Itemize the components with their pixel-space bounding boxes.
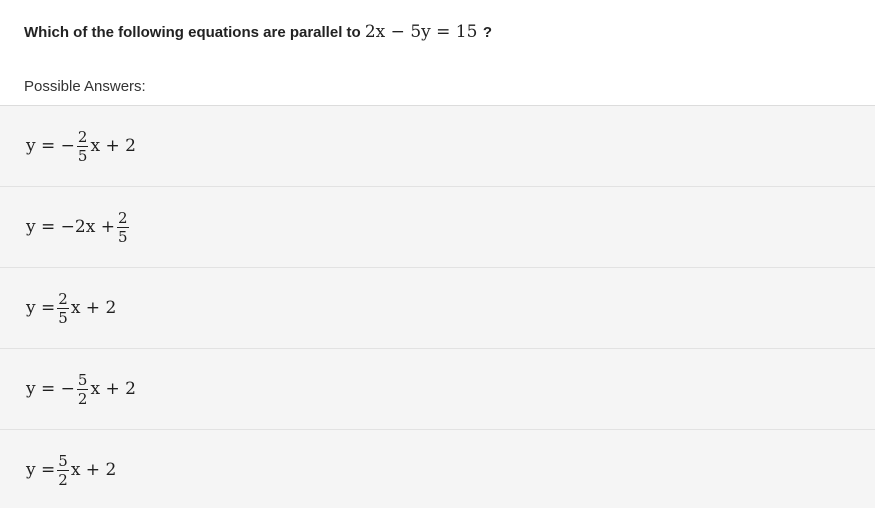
- fraction-denominator: 2: [77, 389, 88, 408]
- fraction-denominator: 2: [58, 470, 68, 489]
- fraction-numerator: 5: [58, 451, 68, 470]
- equation-prefix: y =: [26, 460, 56, 480]
- answer-option-1[interactable]: y = − 2 5 x + 2: [0, 105, 875, 186]
- answer-equation: y = 5 2 x + 2: [26, 430, 116, 508]
- answer-option-5[interactable]: y = 5 2 x + 2: [0, 429, 875, 508]
- question-lead: Which of the following equations are par…: [24, 24, 361, 41]
- question-mark: ?: [482, 24, 492, 41]
- equation-prefix: y = −: [26, 379, 75, 399]
- equation-suffix: x + 2: [70, 460, 117, 480]
- equation-suffix: x + 2: [70, 298, 117, 318]
- fraction: 5 2: [76, 370, 89, 408]
- answer-option-3[interactable]: y = 2 5 x + 2: [0, 267, 875, 348]
- fraction-numerator: 2: [58, 289, 68, 308]
- fraction: 2 5: [116, 208, 129, 246]
- answer-equation: y = − 2 5 x + 2: [26, 106, 136, 186]
- fraction-numerator: 2: [77, 127, 88, 146]
- possible-answers-label: Possible Answers:: [24, 78, 146, 95]
- fraction-denominator: 5: [77, 146, 88, 165]
- fraction: 5 2: [57, 453, 69, 488]
- fraction-denominator: 5: [117, 227, 128, 246]
- answer-option-2[interactable]: y = −2x + 2 5: [0, 186, 875, 267]
- answer-equation: y = −2x + 2 5: [26, 187, 131, 267]
- equation-suffix: x + 2: [90, 136, 136, 156]
- answer-option-4[interactable]: y = − 5 2 x + 2: [0, 348, 875, 429]
- question-page: Which of the following equations are par…: [0, 0, 875, 508]
- fraction-denominator: 5: [58, 308, 68, 327]
- fraction-numerator: 2: [117, 208, 128, 227]
- question-equation: 2x − 5y = 15: [365, 22, 483, 42]
- answer-equation: y = − 5 2 x + 2: [26, 349, 136, 429]
- question-text: Which of the following equations are par…: [24, 20, 492, 45]
- answer-list: y = − 2 5 x + 2 y = −2x + 2 5 y = 2 5 x …: [0, 105, 875, 508]
- fraction-numerator: 5: [77, 370, 88, 389]
- equation-prefix: y =: [26, 298, 56, 318]
- question-equation-text: 2x − 5y = 15: [364, 22, 478, 42]
- equation-prefix: y = −2x +: [26, 217, 115, 237]
- equation-suffix: x + 2: [90, 379, 136, 399]
- equation-prefix: y = −: [26, 136, 75, 156]
- answer-equation: y = 2 5 x + 2: [26, 268, 116, 348]
- fraction: 2 5: [57, 291, 69, 326]
- fraction: 2 5: [76, 127, 89, 165]
